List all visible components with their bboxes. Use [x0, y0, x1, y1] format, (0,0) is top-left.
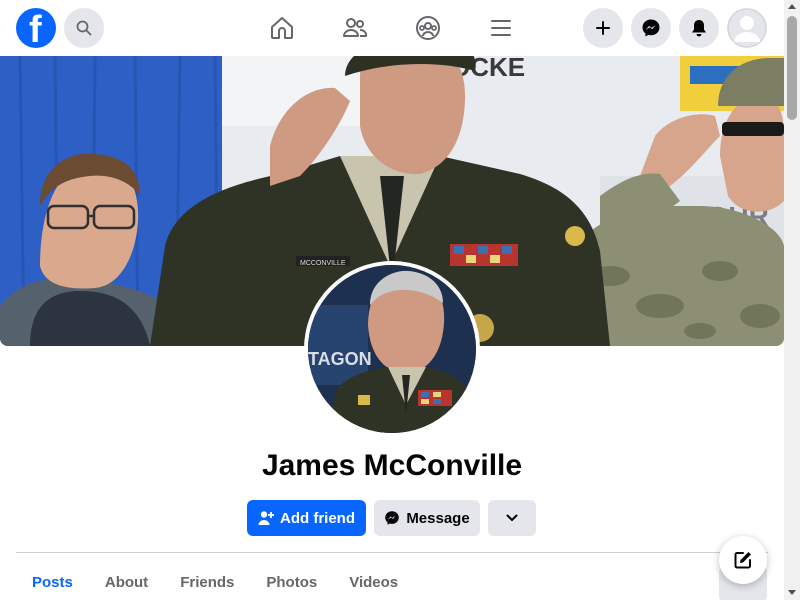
- tab-about[interactable]: About: [89, 560, 164, 600]
- scroll-up-arrow-icon[interactable]: [788, 4, 796, 9]
- messenger-button[interactable]: [631, 8, 671, 48]
- messenger-icon: [642, 19, 660, 37]
- nav-home[interactable]: [266, 12, 298, 44]
- nav-friends[interactable]: [339, 12, 371, 44]
- notifications-button[interactable]: [679, 8, 719, 48]
- tab-posts[interactable]: Posts: [16, 560, 89, 600]
- avatar-icon: [727, 8, 767, 48]
- divider: [16, 552, 768, 553]
- svg-text:TAGON: TAGON: [308, 349, 372, 369]
- plus-icon: [596, 21, 610, 35]
- friends-icon: [343, 18, 368, 37]
- page-scrollbar[interactable]: [784, 0, 800, 600]
- tab-videos[interactable]: Videos: [333, 560, 414, 600]
- add-friend-button[interactable]: Add friend: [247, 500, 366, 536]
- message-label: Message: [406, 509, 470, 527]
- nav-groups[interactable]: [412, 12, 444, 44]
- nav-menu[interactable]: [485, 12, 517, 44]
- compose-icon: [734, 552, 751, 569]
- top-navigation-bar: f: [0, 0, 784, 56]
- profile-tabs: Posts About Friends Photos Videos: [16, 560, 414, 600]
- search-icon: [76, 20, 92, 36]
- scroll-down-arrow-icon[interactable]: [788, 590, 796, 595]
- profile-page: f OCKE MCCONVILLE TAGON James McConville…: [0, 0, 800, 600]
- search-button[interactable]: [64, 8, 104, 48]
- account-avatar-button[interactable]: [727, 8, 767, 48]
- home-icon: [271, 17, 293, 39]
- create-button[interactable]: [583, 8, 623, 48]
- add-friend-label: Add friend: [280, 509, 355, 527]
- chevron-down-icon: [506, 514, 518, 521]
- more-options-button[interactable]: [488, 500, 536, 536]
- profile-name: James McConville: [261, 449, 523, 482]
- groups-icon: [416, 16, 440, 40]
- svg-text:MCCONVILLE: MCCONVILLE: [300, 260, 346, 267]
- add-friend-icon: [258, 511, 274, 525]
- tab-photos[interactable]: Photos: [250, 560, 333, 600]
- hamburger-icon: [491, 20, 511, 36]
- messenger-icon: [385, 511, 400, 525]
- scroll-thumb[interactable]: [787, 16, 797, 120]
- tab-friends[interactable]: Friends: [164, 560, 250, 600]
- facebook-logo-icon[interactable]: f: [16, 8, 56, 50]
- bell-icon: [692, 20, 706, 37]
- new-message-button[interactable]: [719, 536, 767, 584]
- profile-photo[interactable]: TAGON: [304, 261, 480, 437]
- message-button[interactable]: Message: [374, 500, 480, 536]
